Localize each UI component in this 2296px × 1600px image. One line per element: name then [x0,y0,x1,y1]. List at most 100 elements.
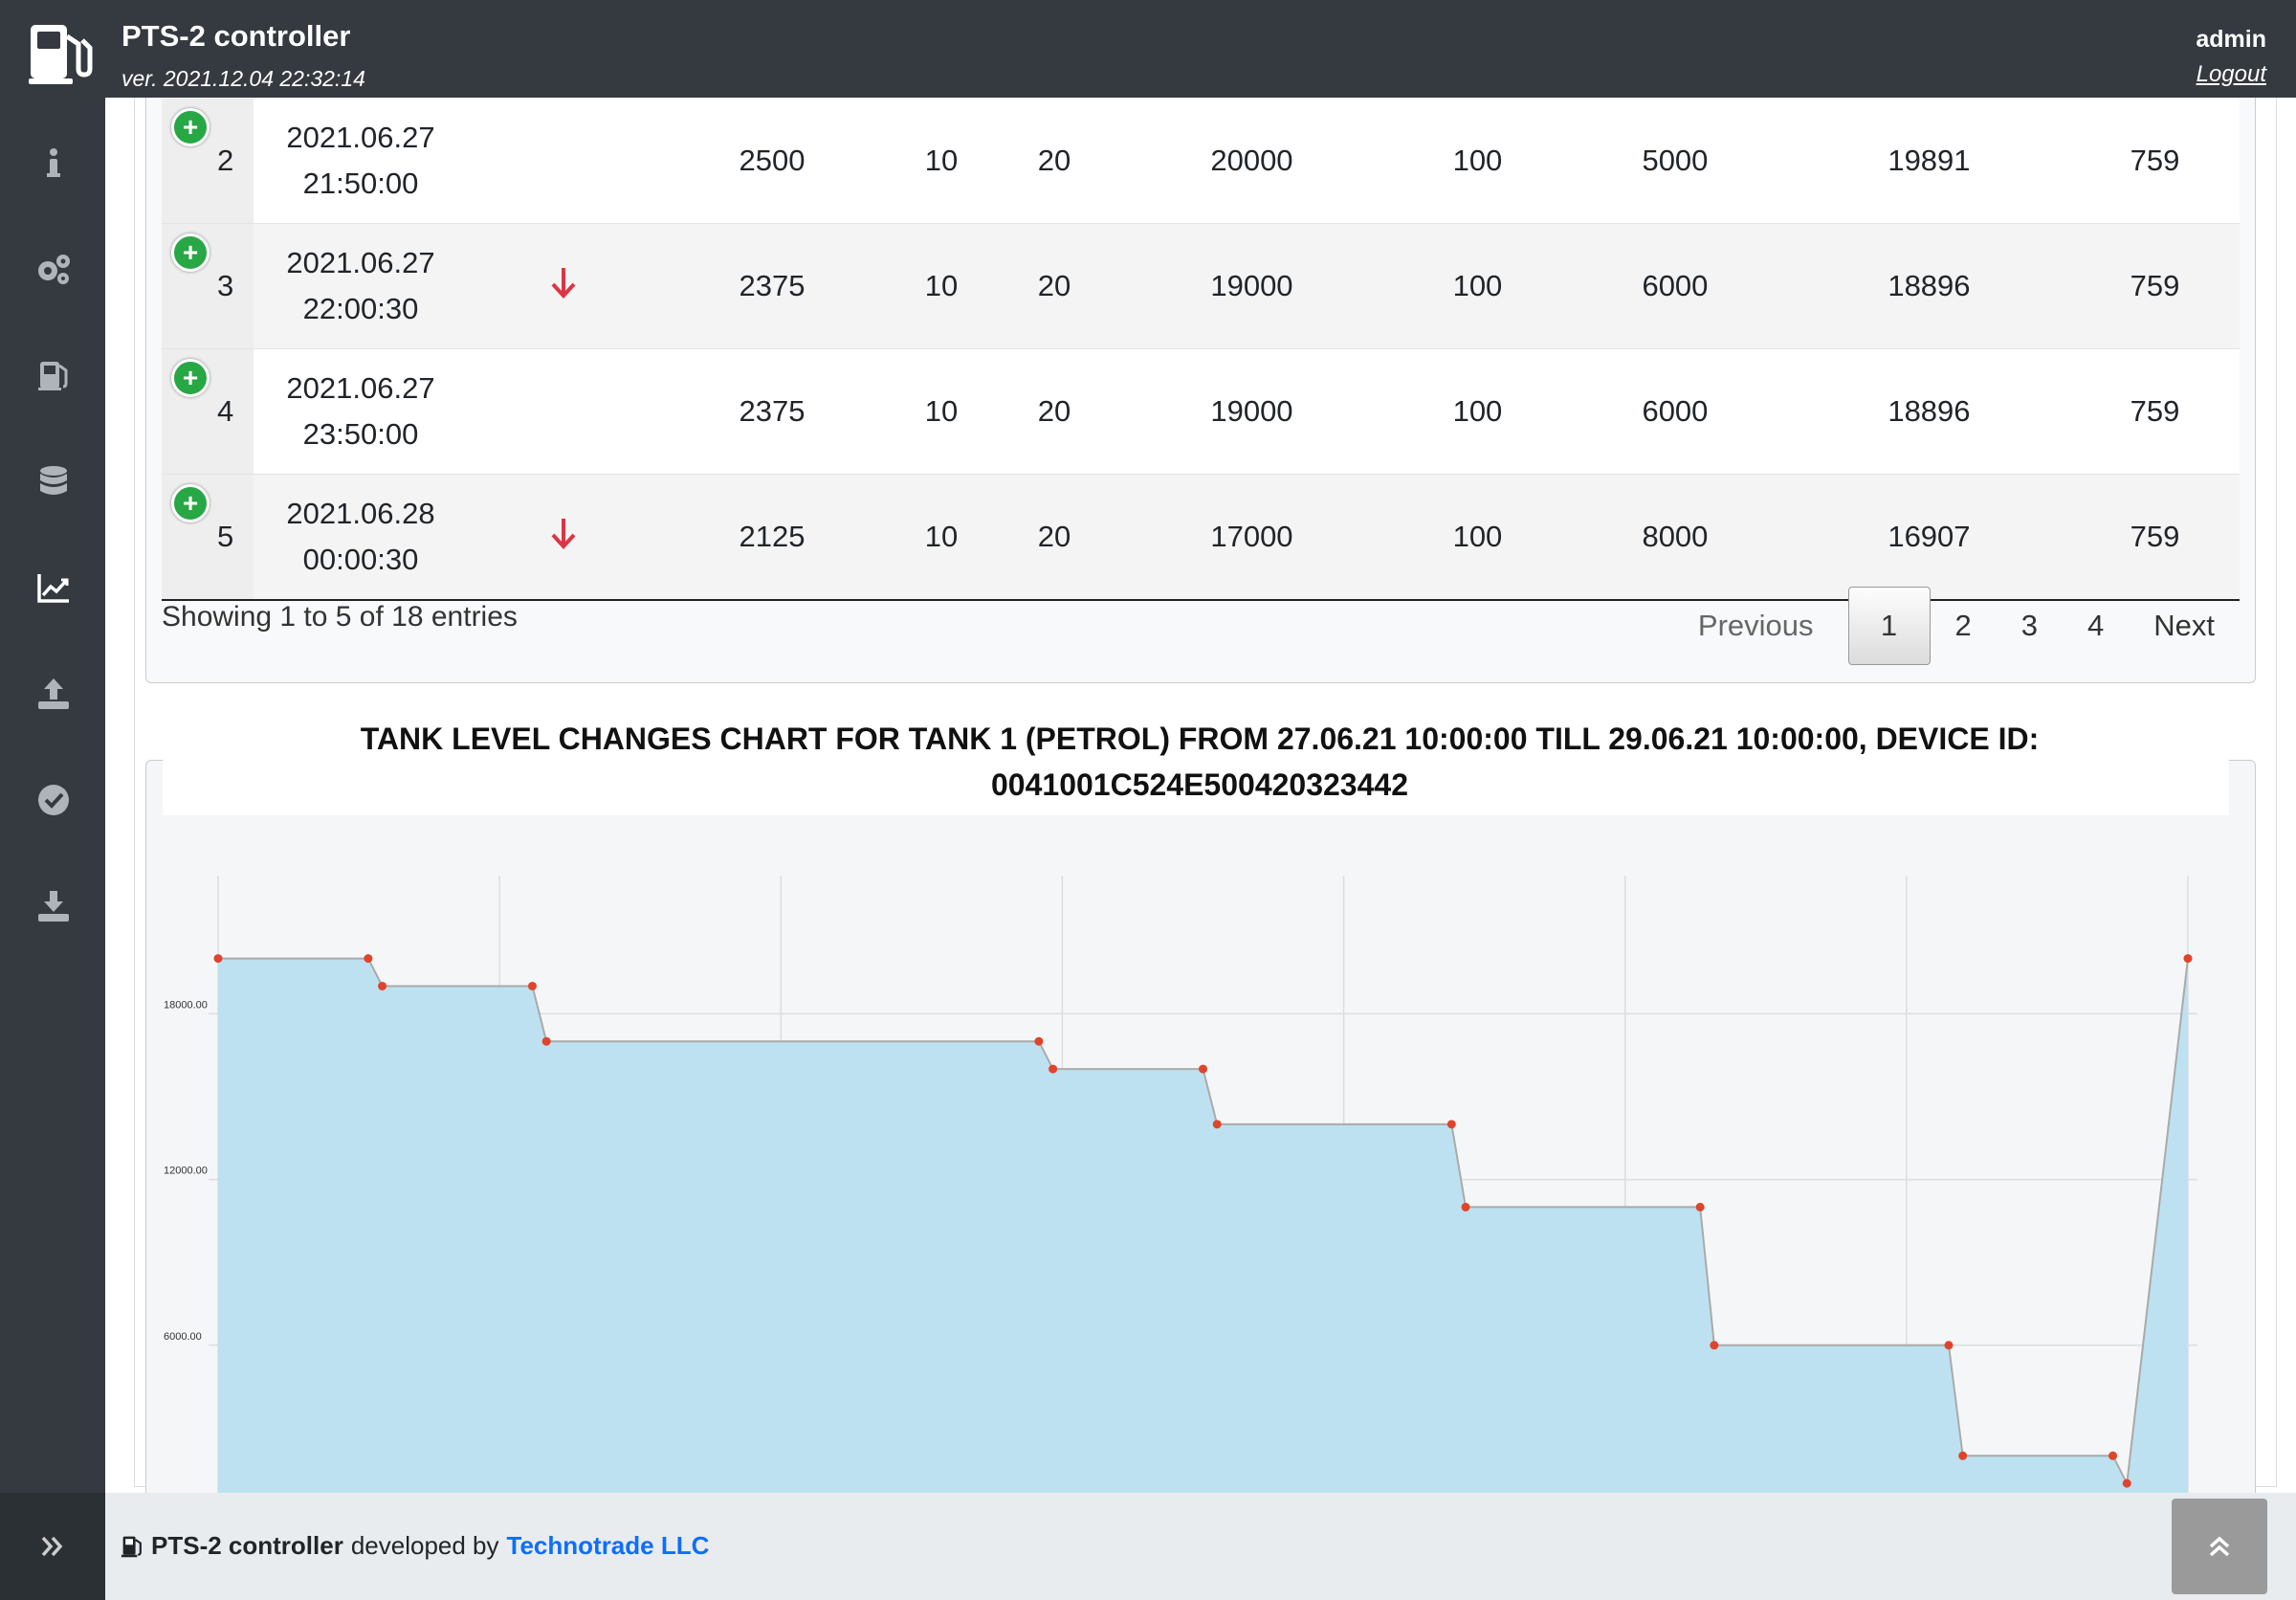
footer-app-name: PTS-2 controller [151,1531,343,1560]
row-number-cell: +2 [162,99,254,224]
footer-brand: PTS-2 controller developed by Technotrad… [121,1531,709,1561]
data-point [2183,954,2193,964]
pagination: Previous 1 2 3 4 Next [1673,587,2240,665]
data-point [2108,1451,2118,1460]
row-value-cell: 19891 [1787,99,2070,224]
fuel-station-logo-icon[interactable] [29,23,94,86]
row-value-cell: 2375 [659,223,885,349]
row-value-cell: 20 [997,99,1111,224]
change-direction-cell [468,223,659,349]
entries-table: +2 2021.06.27 21:50:00 2500 10 20 20000 100 5000… [162,99,2240,601]
entries-table-card: +2 2021.06.27 21:50:00 2500 10 20 20000 100 5000… [145,98,2256,683]
row-time: 22:00:30 [302,292,419,325]
row-number: 4 [217,394,234,428]
expand-plus-icon[interactable]: + [171,108,210,146]
app-version: ver. 2021.12.04 22:32:14 [121,66,365,91]
row-date: 2021.06.27 [286,121,435,154]
datetime-cell: 2021.06.27 23:50:00 [254,348,468,475]
table-row[interactable]: +5 2021.06.28 00:00:30 2125 10 20 17000 100 8000… [162,474,2240,600]
table-row[interactable]: +3 2021.06.27 22:00:30 2375 10 20 19000 100 6000… [162,223,2240,349]
next-page-button[interactable]: Next [2129,588,2240,664]
row-value-cell: 10 [884,348,998,475]
chart-title: TANK LEVEL CHANGES CHART FOR TANK 1 (PET… [145,716,2254,808]
double-chevron-up-icon [2209,1536,2230,1557]
row-date: 2021.06.28 [286,497,435,530]
fuel-pump-icon[interactable] [32,353,75,396]
settings-gears-icon[interactable] [32,247,75,290]
row-value-cell: 19000 [1110,348,1393,475]
row-date: 2021.06.27 [286,246,435,279]
data-point [527,981,537,990]
footer-developed-by: developed by [350,1531,499,1560]
row-number-cell: +4 [162,348,254,475]
row-value-cell: 2500 [659,99,885,224]
row-value-cell: 20 [997,474,1111,600]
double-chevron-right-icon [41,1536,63,1557]
row-value-cell: 8000 [1561,474,1788,600]
row-number: 3 [217,269,234,302]
row-value-cell: 10 [884,99,998,224]
check-circle-icon[interactable] [32,778,75,821]
chart-line-icon[interactable] [32,566,75,609]
tank-level-chart: 0.006000.0012000.0018000.0027.06.2120:00… [164,876,2197,1493]
page-3-button[interactable]: 3 [1997,588,2063,664]
row-time: 21:50:00 [302,167,419,200]
database-icon[interactable] [32,459,75,502]
main-content: +2 2021.06.27 21:50:00 2500 10 20 20000 100 5000… [105,98,2296,1493]
row-value-cell: 2375 [659,348,885,475]
row-value-cell: 759 [2069,474,2240,600]
row-value-cell: 5000 [1561,99,1788,224]
table-row[interactable]: +4 2021.06.27 23:50:00 2375 10 20 19000 100 6000… [162,348,2240,475]
download-icon[interactable] [32,884,75,927]
page-1-button[interactable]: 1 [1847,587,1931,665]
page-2-button[interactable]: 2 [1931,588,1997,664]
row-value-cell: 100 [1392,474,1562,600]
expand-plus-icon[interactable]: + [171,233,210,272]
row-number: 2 [217,144,234,177]
data-point [1710,1341,1719,1350]
y-tick-label: 18000.00 [164,999,208,1011]
row-value-cell: 2125 [659,474,885,600]
table-row[interactable]: +2 2021.06.27 21:50:00 2500 10 20 20000 100 5000… [162,99,2240,224]
page-4-button[interactable]: 4 [2063,588,2129,664]
chart-title-line-2: 0041001C524E500420323442 [991,767,1408,802]
sidebar-toggle-button[interactable] [0,1493,105,1600]
logout-link[interactable]: Logout [2197,61,2266,88]
top-header: PTS-2 controller ver. 2021.12.04 22:32:1… [0,0,2296,98]
row-value-cell: 6000 [1561,348,1788,475]
fuel-pump-icon [121,1536,142,1557]
row-value-cell: 100 [1392,223,1562,349]
table-info: Showing 1 to 5 of 18 entries [162,601,518,633]
footer-company-link[interactable]: Technotrade LLC [507,1531,710,1561]
scroll-to-top-button[interactable] [2172,1499,2267,1594]
expand-plus-icon[interactable]: + [171,484,210,522]
data-point [541,1036,551,1046]
data-point [1446,1120,1456,1129]
sidebar [0,98,105,1493]
row-value-cell: 759 [2069,99,2240,224]
expand-plus-icon[interactable]: + [171,359,210,397]
row-date: 2021.06.27 [286,371,435,405]
change-direction-cell [468,348,659,475]
chart-card: 0.006000.0012000.0018000.0027.06.2120:00… [145,760,2256,1493]
row-number-cell: +3 [162,223,254,349]
upload-icon[interactable] [32,672,75,715]
data-point [1958,1451,1968,1460]
info-icon[interactable] [32,141,75,184]
row-value-cell: 20 [997,223,1111,349]
area-fill [218,958,2188,1493]
data-point [364,954,373,964]
change-direction-cell [468,474,659,600]
y-tick-label: 6000.00 [164,1331,202,1343]
row-time: 00:00:30 [302,543,419,576]
user-name: admin [2196,26,2266,53]
data-point [378,981,387,990]
previous-page-button[interactable]: Previous [1673,588,1848,664]
datetime-cell: 2021.06.27 22:00:30 [254,223,468,349]
row-value-cell: 100 [1392,99,1562,224]
data-point [1461,1202,1470,1211]
arrow-down-icon [551,268,576,299]
data-point [1944,1341,1954,1350]
row-value-cell: 10 [884,223,998,349]
data-point [1212,1120,1222,1129]
